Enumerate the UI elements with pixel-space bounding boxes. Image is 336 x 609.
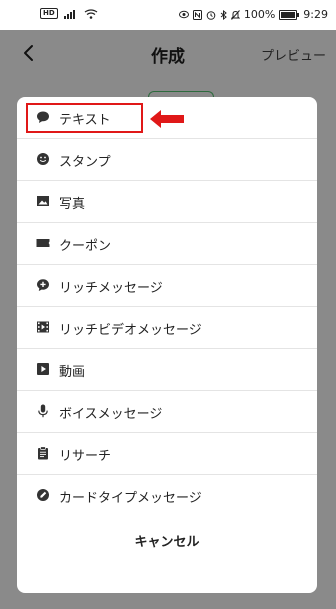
menu-item-text[interactable]: テキスト bbox=[17, 97, 317, 139]
hd-badge: HD bbox=[40, 8, 58, 19]
menu-item-label: スタンプ bbox=[59, 155, 111, 170]
wifi-icon bbox=[84, 8, 98, 19]
menu-item-label: クーポン bbox=[59, 239, 112, 254]
menu-item-label: カードタイプメッセージ bbox=[59, 491, 202, 506]
menu-item-voice-message[interactable]: ボイスメッセージ bbox=[17, 391, 317, 433]
app-screen: HD 100% 9:29 作成 プレビュー テキスト スタンプ 写真 クーポン … bbox=[0, 0, 336, 609]
status-left: HD bbox=[40, 8, 98, 19]
menu-item-rich-video-message[interactable]: リッチビデオメッセージ bbox=[17, 307, 317, 349]
cancel-button[interactable]: キャンセル bbox=[17, 522, 317, 564]
menu-item-label: 写真 bbox=[59, 197, 86, 212]
bluetooth-icon bbox=[220, 9, 227, 20]
preview-button[interactable]: プレビュー bbox=[261, 45, 326, 64]
clipboard-icon bbox=[38, 446, 48, 460]
battery-level bbox=[281, 11, 296, 18]
rich-message-icon bbox=[37, 279, 49, 291]
menu-item-research[interactable]: リサーチ bbox=[17, 433, 317, 475]
menu-item-video[interactable]: 動画 bbox=[17, 349, 317, 391]
menu-item-label: リッチビデオメッセージ bbox=[59, 323, 202, 338]
battery-percent: 100% bbox=[243, 8, 276, 21]
alarm-icon bbox=[206, 10, 216, 20]
menu-item-label: ボイスメッセージ bbox=[59, 407, 163, 422]
play-icon bbox=[37, 363, 49, 375]
nfc-icon bbox=[192, 9, 202, 20]
menu-item-rich-message[interactable]: リッチメッセージ bbox=[17, 265, 317, 307]
clock: 9:29 bbox=[303, 8, 328, 21]
status-bar: HD 100% 9:29 bbox=[0, 0, 336, 30]
card-icon bbox=[37, 489, 49, 501]
pointer-arrow-icon bbox=[150, 110, 184, 128]
smiley-icon bbox=[37, 153, 49, 165]
battery-icon bbox=[279, 9, 300, 20]
signal-icon bbox=[63, 9, 75, 19]
eye-icon bbox=[178, 10, 189, 19]
mute-icon bbox=[230, 9, 240, 20]
microphone-icon bbox=[38, 404, 48, 418]
image-icon bbox=[37, 196, 49, 206]
menu-item-label: 動画 bbox=[59, 365, 86, 380]
message-type-menu: テキスト スタンプ 写真 クーポン リッチメッセージ リッチビデオメッセージ 動… bbox=[17, 97, 317, 593]
film-icon bbox=[37, 321, 49, 333]
menu-item-stamp[interactable]: スタンプ bbox=[17, 139, 317, 181]
menu-item-coupon[interactable]: クーポン bbox=[17, 223, 317, 265]
menu-item-card-message[interactable]: カードタイプメッセージ bbox=[17, 475, 317, 517]
app-header: 作成 プレビュー bbox=[0, 30, 336, 76]
status-right: 100% 9:29 bbox=[178, 8, 328, 21]
ticket-icon bbox=[36, 239, 50, 247]
menu-item-label: リサーチ bbox=[59, 449, 112, 464]
menu-item-label: リッチメッセージ bbox=[59, 281, 163, 296]
menu-item-photo[interactable]: 写真 bbox=[17, 181, 317, 223]
highlight-box bbox=[26, 103, 143, 133]
